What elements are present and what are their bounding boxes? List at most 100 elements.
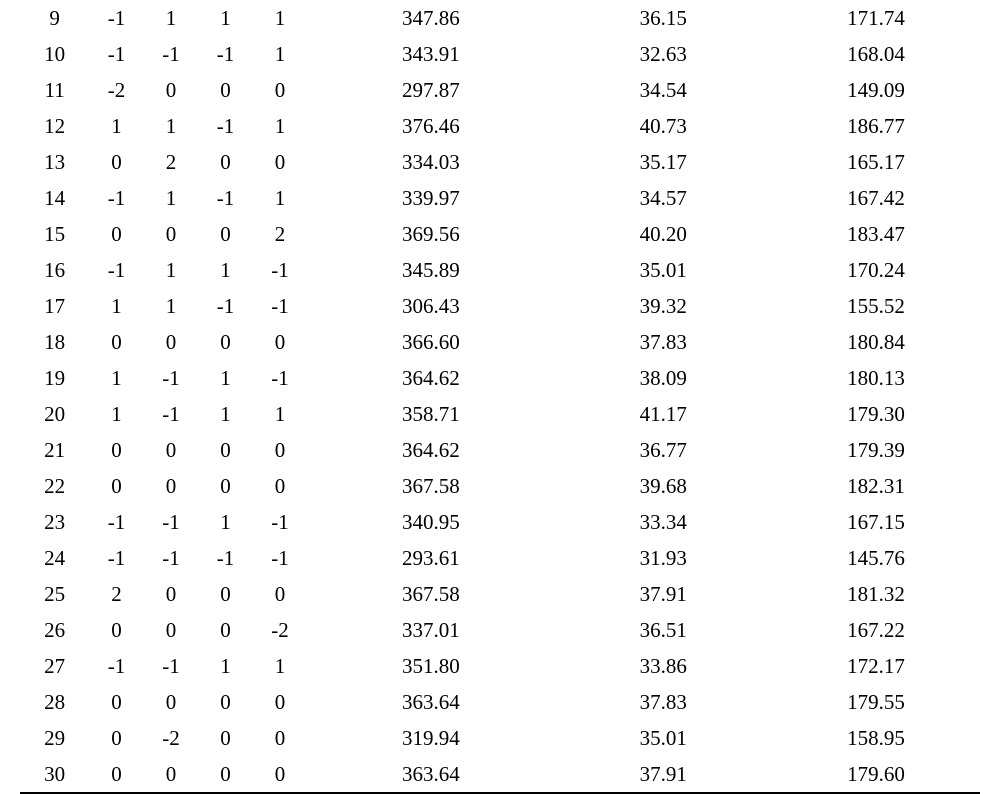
cell: 13 xyxy=(20,144,89,180)
cell: 0 xyxy=(198,324,252,360)
table-row: 300000363.6437.91179.60 xyxy=(20,756,980,793)
cell: -1 xyxy=(89,252,143,288)
cell: 0 xyxy=(253,684,307,720)
cell: 1 xyxy=(253,180,307,216)
cell: 364.62 xyxy=(307,432,554,468)
cell: 1 xyxy=(253,36,307,72)
cell: 39.68 xyxy=(555,468,773,504)
table-row: 290-200319.9435.01158.95 xyxy=(20,720,980,756)
cell: 0 xyxy=(144,468,198,504)
cell: -1 xyxy=(198,540,252,576)
cell: -2 xyxy=(89,72,143,108)
cell: 0 xyxy=(144,576,198,612)
cell: 167.22 xyxy=(772,612,980,648)
table-row: 1711-1-1306.4339.32155.52 xyxy=(20,288,980,324)
cell: -1 xyxy=(89,180,143,216)
table-row: 14-11-11339.9734.57167.42 xyxy=(20,180,980,216)
cell: 179.60 xyxy=(772,756,980,793)
cell: 181.32 xyxy=(772,576,980,612)
cell: 36.77 xyxy=(555,432,773,468)
cell: 25 xyxy=(20,576,89,612)
cell: -1 xyxy=(253,252,307,288)
cell: 0 xyxy=(198,72,252,108)
cell: 337.01 xyxy=(307,612,554,648)
cell: 41.17 xyxy=(555,396,773,432)
table-row: 191-11-1364.6238.09180.13 xyxy=(20,360,980,396)
data-table-container: 9-1111347.8636.15171.7410-1-1-11343.9132… xyxy=(0,0,1000,794)
cell: -1 xyxy=(253,540,307,576)
cell: 186.77 xyxy=(772,108,980,144)
table-row: 210000364.6236.77179.39 xyxy=(20,432,980,468)
table-row: 130200334.0335.17165.17 xyxy=(20,144,980,180)
cell: 293.61 xyxy=(307,540,554,576)
cell: 0 xyxy=(89,612,143,648)
cell: 1 xyxy=(253,648,307,684)
cell: -2 xyxy=(253,612,307,648)
cell: -1 xyxy=(89,0,143,36)
cell: 27 xyxy=(20,648,89,684)
cell: 170.24 xyxy=(772,252,980,288)
cell: 9 xyxy=(20,0,89,36)
cell: -2 xyxy=(144,720,198,756)
cell: 367.58 xyxy=(307,576,554,612)
cell: 1 xyxy=(198,504,252,540)
cell: 1 xyxy=(198,648,252,684)
cell: 367.58 xyxy=(307,468,554,504)
table-row: 23-1-11-1340.9533.34167.15 xyxy=(20,504,980,540)
cell: 168.04 xyxy=(772,36,980,72)
cell: 34.54 xyxy=(555,72,773,108)
cell: 1 xyxy=(89,396,143,432)
table-body: 9-1111347.8636.15171.7410-1-1-11343.9132… xyxy=(20,0,980,793)
cell: 179.55 xyxy=(772,684,980,720)
cell: -1 xyxy=(144,648,198,684)
cell: -1 xyxy=(144,360,198,396)
cell: 0 xyxy=(198,144,252,180)
cell: 28 xyxy=(20,684,89,720)
cell: 20 xyxy=(20,396,89,432)
cell: -1 xyxy=(89,540,143,576)
cell: -1 xyxy=(89,648,143,684)
cell: 0 xyxy=(253,72,307,108)
cell: 24 xyxy=(20,540,89,576)
cell: 0 xyxy=(144,72,198,108)
cell: 0 xyxy=(253,432,307,468)
table-row: 26000-2337.0136.51167.22 xyxy=(20,612,980,648)
cell: 2 xyxy=(144,144,198,180)
cell: 179.39 xyxy=(772,432,980,468)
cell: 0 xyxy=(198,576,252,612)
cell: 16 xyxy=(20,252,89,288)
cell: 0 xyxy=(144,756,198,793)
cell: -1 xyxy=(144,36,198,72)
cell: -1 xyxy=(198,108,252,144)
cell: 1 xyxy=(144,0,198,36)
table-row: 11-2000297.8734.54149.09 xyxy=(20,72,980,108)
cell: 0 xyxy=(89,432,143,468)
cell: 363.64 xyxy=(307,756,554,793)
cell: 306.43 xyxy=(307,288,554,324)
cell: -1 xyxy=(253,360,307,396)
cell: 0 xyxy=(89,756,143,793)
cell: 0 xyxy=(89,684,143,720)
cell: 363.64 xyxy=(307,684,554,720)
cell: 0 xyxy=(253,324,307,360)
cell: 172.17 xyxy=(772,648,980,684)
cell: 1 xyxy=(198,0,252,36)
cell: 339.97 xyxy=(307,180,554,216)
cell: 12 xyxy=(20,108,89,144)
cell: 1 xyxy=(89,360,143,396)
cell: 0 xyxy=(89,720,143,756)
cell: 19 xyxy=(20,360,89,396)
cell: 0 xyxy=(144,432,198,468)
cell: 1 xyxy=(198,396,252,432)
table-row: 180000366.6037.83180.84 xyxy=(20,324,980,360)
table-row: 10-1-1-11343.9132.63168.04 xyxy=(20,36,980,72)
cell: -1 xyxy=(253,504,307,540)
cell: 149.09 xyxy=(772,72,980,108)
cell: 0 xyxy=(198,756,252,793)
cell: 180.13 xyxy=(772,360,980,396)
cell: 35.17 xyxy=(555,144,773,180)
cell: 165.17 xyxy=(772,144,980,180)
cell: 358.71 xyxy=(307,396,554,432)
cell: 0 xyxy=(253,576,307,612)
cell: 0 xyxy=(198,684,252,720)
